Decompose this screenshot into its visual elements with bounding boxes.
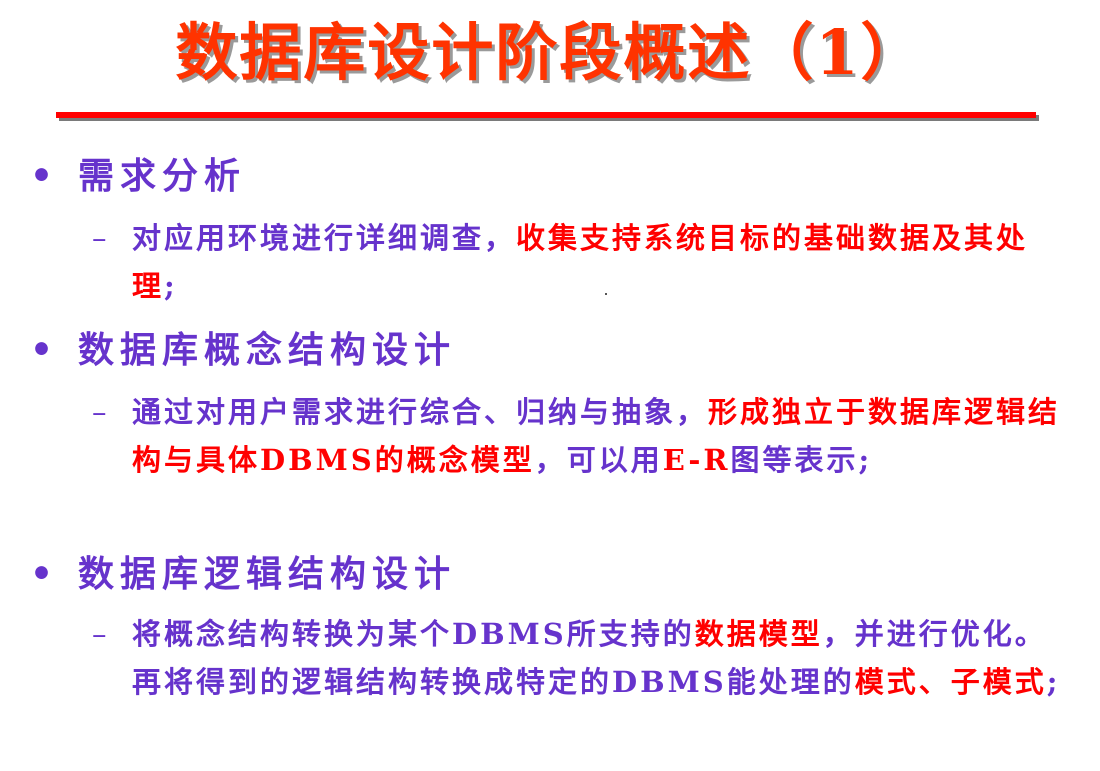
bullet-heading: 需求分析 — [78, 155, 247, 197]
detail-segment: 通过对用户需求进行综合、归纳与抽象， — [132, 395, 709, 429]
detail-segment: ; — [1046, 665, 1061, 699]
sub-bullet-conceptual-design: – 通过对用户需求进行综合、归纳与抽象，形成独立于数据库逻辑结构与具体DBMS的… — [92, 388, 1072, 484]
bullet-logical-design: • 数据库逻辑结构设计 — [30, 552, 456, 596]
sub-bullet-requirements-analysis: – 对应用环境进行详细调查，收集支持系统目标的基础数据及其处理; — [92, 214, 1072, 310]
dash-icon: – — [92, 617, 107, 651]
detail-segment: 数据模型 — [694, 617, 823, 651]
sub-bullet-text: 对应用环境进行详细调查，收集支持系统目标的基础数据及其处理; — [132, 214, 1064, 310]
bullet-icon: • — [30, 329, 54, 371]
detail-segment: 对应用环境进行详细调查， — [132, 221, 517, 255]
stray-dot — [605, 293, 607, 295]
bullet-heading: 数据库概念结构设计 — [78, 329, 457, 371]
detail-segment: 模式、子模式 — [854, 665, 1047, 699]
title-divider — [56, 112, 1036, 118]
bullet-requirements-analysis: • 需求分析 — [30, 154, 246, 198]
bullet-conceptual-design: • 数据库概念结构设计 — [30, 328, 456, 372]
detail-segment: ; — [164, 269, 178, 303]
bullet-heading: 数据库逻辑结构设计 — [78, 553, 457, 595]
bullet-icon: • — [30, 553, 54, 595]
dash-icon: – — [92, 395, 107, 429]
detail-segment: E-R — [662, 443, 731, 477]
slide-title: 数据库设计阶段概述（1） — [175, 16, 925, 89]
sub-bullet-logical-design: – 将概念结构转换为某个DBMS所支持的数据模型，并进行优化。再将得到的逻辑结构… — [92, 610, 1072, 706]
detail-segment: 图等表示; — [730, 443, 873, 477]
slide: 数据库设计阶段概述（1） • 需求分析 – 对应用环境进行详细调查，收集支持系统目… — [0, 0, 1100, 771]
detail-segment: ，可以用 — [534, 443, 663, 477]
detail-segment: 将概念结构转换为某个DBMS所支持的 — [132, 617, 695, 651]
dash-icon: – — [92, 221, 107, 255]
bullet-icon: • — [30, 155, 54, 197]
sub-bullet-text: 将概念结构转换为某个DBMS所支持的数据模型，并进行优化。再将得到的逻辑结构转换… — [132, 610, 1064, 706]
sub-bullet-text: 通过对用户需求进行综合、归纳与抽象，形成独立于数据库逻辑结构与具体DBMS的概念… — [132, 388, 1064, 484]
